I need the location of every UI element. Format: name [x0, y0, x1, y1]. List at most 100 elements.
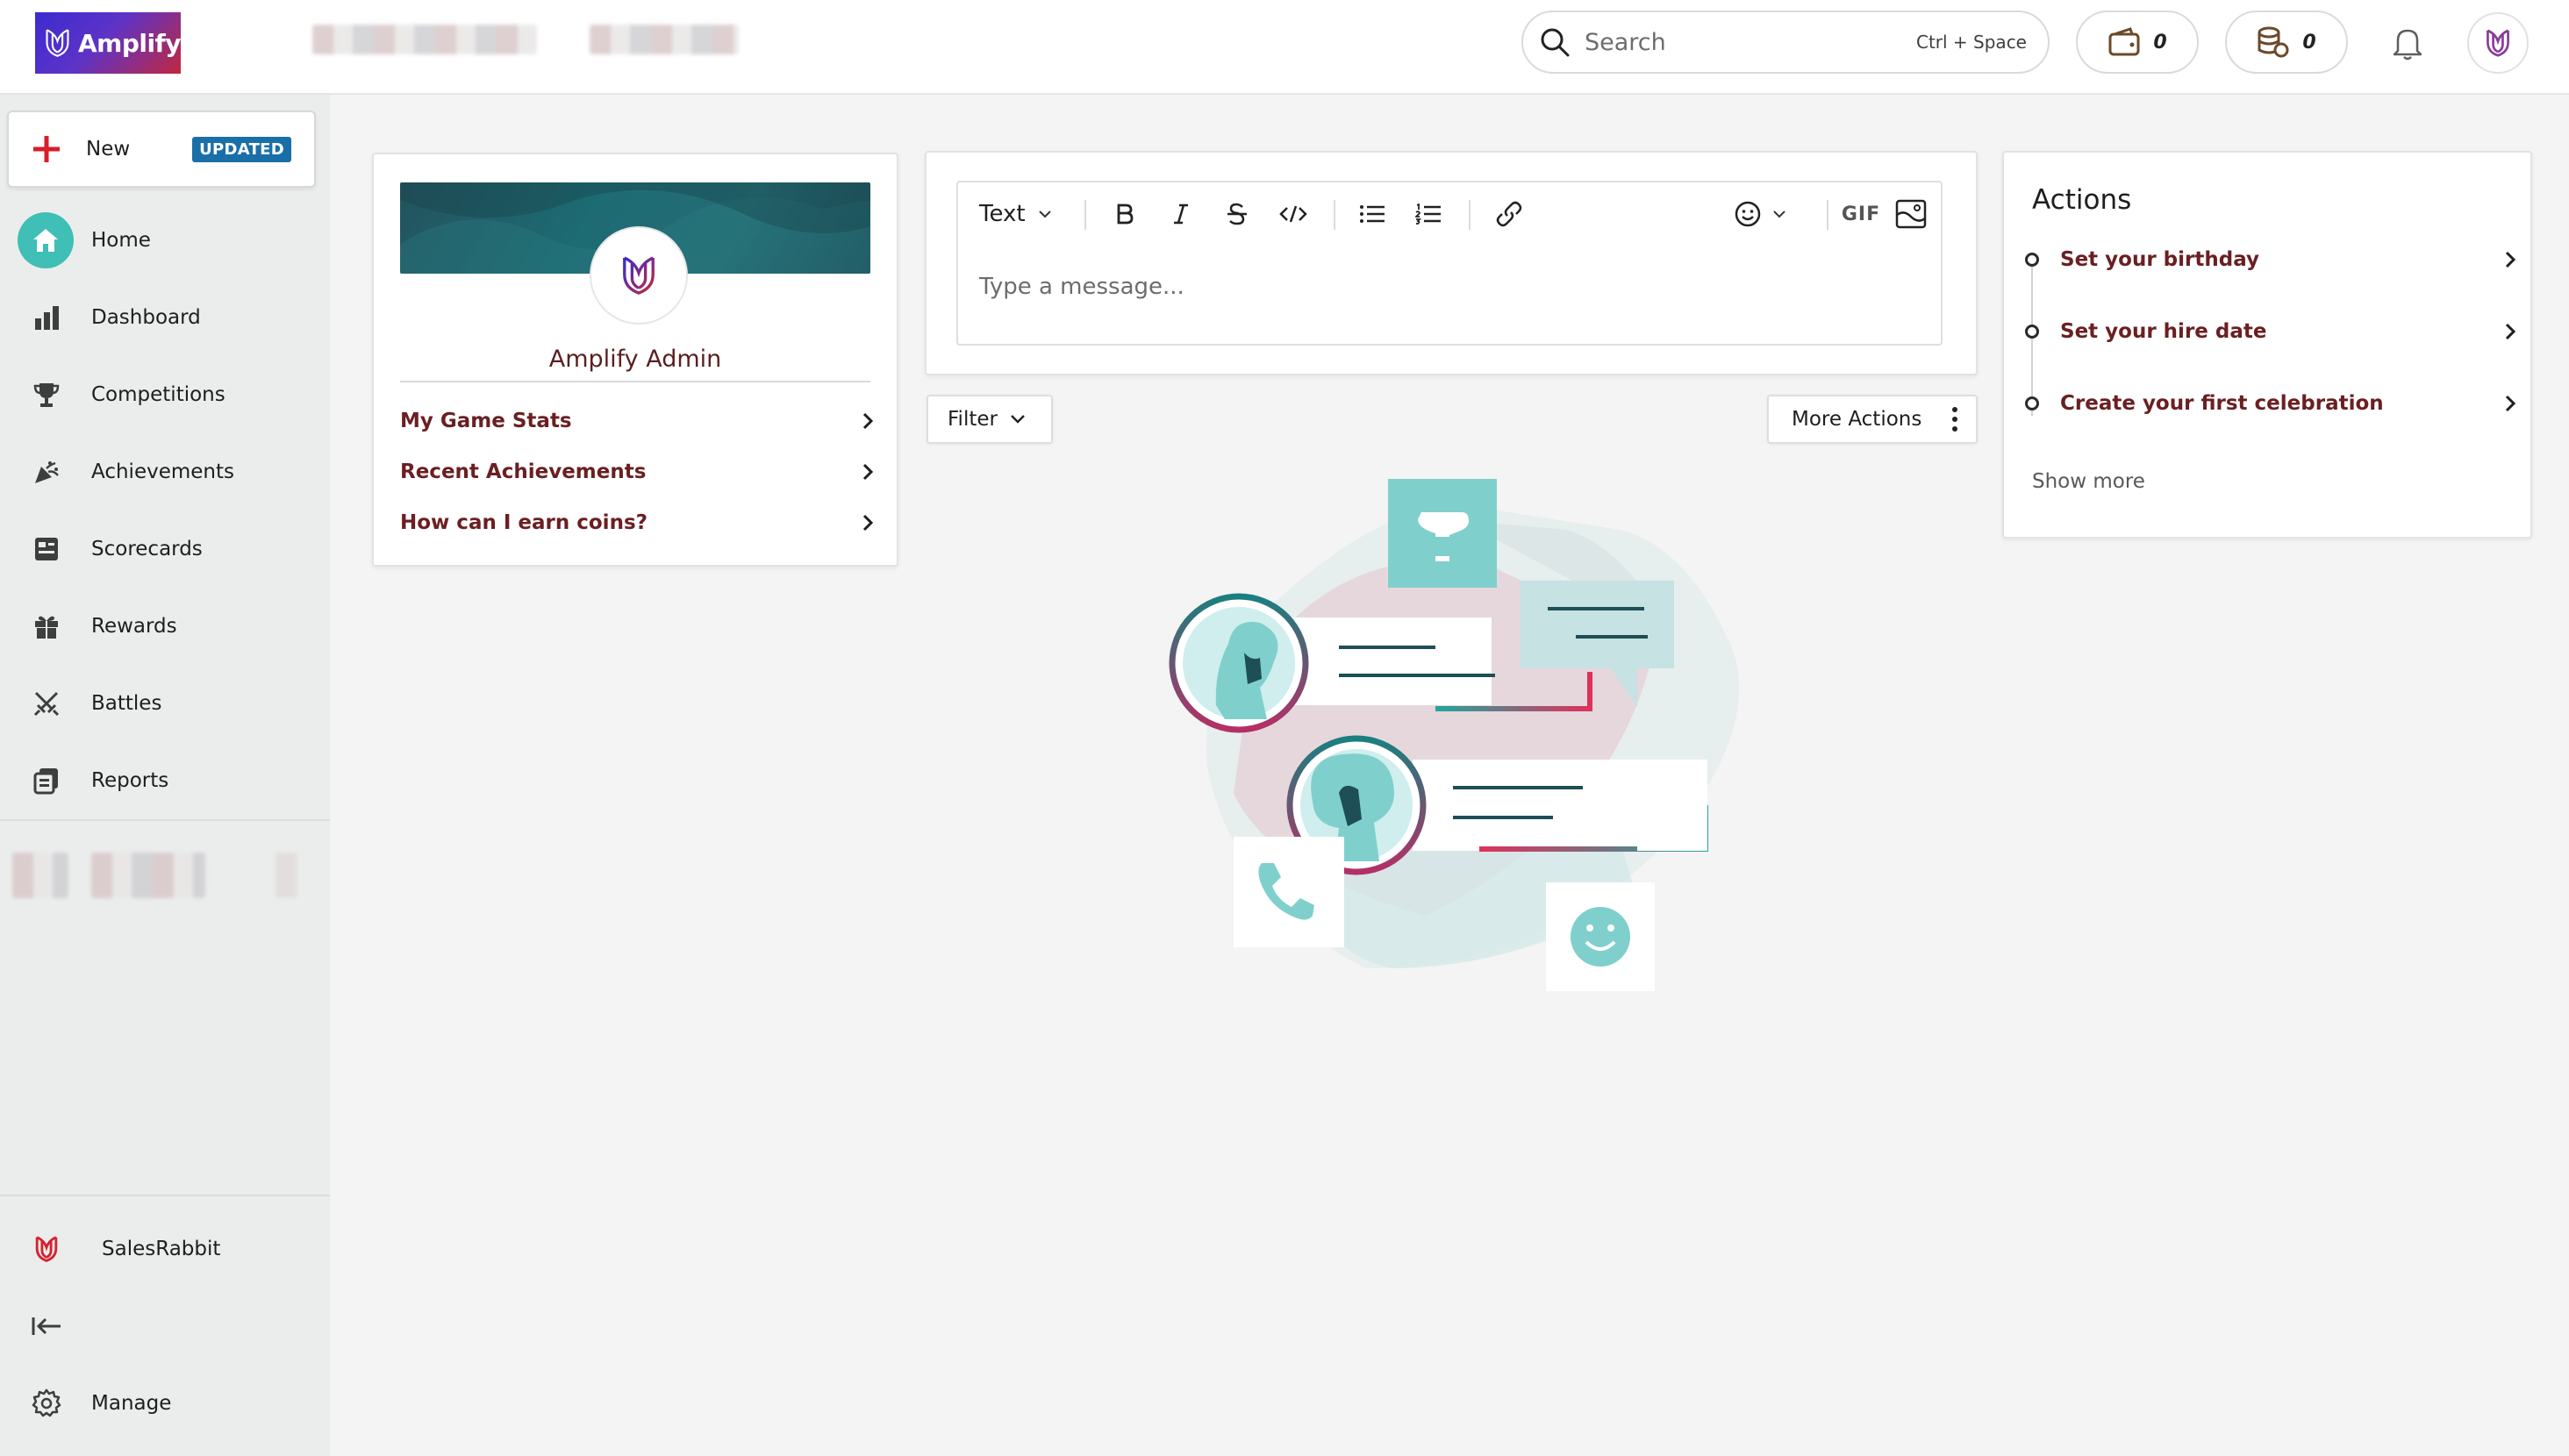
- more-actions-button[interactable]: More Actions: [1767, 395, 1978, 444]
- composer-box: Text GIF Type a message...: [956, 181, 1943, 346]
- earn-coins-link[interactable]: How can I earn coins?: [400, 505, 874, 540]
- action-set-birthday[interactable]: Set your birthday: [2025, 242, 2516, 277]
- link-button[interactable]: [1492, 198, 1527, 230]
- action-create-celebration[interactable]: Create your first celebration: [2025, 386, 2516, 421]
- search-input[interactable]: Search: [1585, 29, 1916, 56]
- code-icon: [1279, 205, 1307, 223]
- bar-chart-icon: [26, 297, 67, 338]
- collapse-sidebar-button[interactable]: [0, 1288, 330, 1365]
- image-icon: [1895, 199, 1927, 229]
- bold-button[interactable]: [1109, 198, 1141, 230]
- show-more-link[interactable]: Show more: [2032, 470, 2145, 493]
- sidebar-item-label: Battles: [91, 692, 162, 715]
- chevron-down-icon: [1011, 415, 1025, 424]
- bold-icon: [1117, 203, 1134, 225]
- avatar[interactable]: [2467, 12, 2529, 74]
- gift-icon: [26, 606, 67, 646]
- sidebar: New UPDATED Home Dashboard Competitions …: [0, 95, 330, 1456]
- bullet-list-icon: [1360, 205, 1385, 223]
- coins-button[interactable]: 0: [2225, 11, 2348, 74]
- gif-label: GIF: [1841, 203, 1881, 225]
- avatar-logo-icon: [2487, 29, 2509, 57]
- sidebar-item-achievements[interactable]: Achievements: [0, 433, 330, 510]
- sidebar-item-dashboard[interactable]: Dashboard: [0, 279, 330, 356]
- timeline-dot: [2025, 253, 2039, 267]
- toolbar-separator: [1469, 200, 1471, 230]
- profile-card: Amplify Admin My Game Stats Recent Achie…: [372, 153, 898, 567]
- text-format-label: Text: [979, 201, 1026, 227]
- org-switcher[interactable]: SalesRabbit: [0, 1210, 330, 1288]
- timeline-dot: [2025, 325, 2039, 339]
- sidebar-divider: [0, 819, 330, 821]
- image-button[interactable]: [1893, 198, 1929, 230]
- sidebar-item-label: Home: [91, 229, 151, 252]
- coins-icon: [2258, 26, 2289, 58]
- link-icon: [1496, 201, 1522, 227]
- sidebar-item-reports[interactable]: Reports: [0, 742, 330, 819]
- scorecard-icon: [26, 529, 67, 569]
- new-button[interactable]: New UPDATED: [7, 111, 316, 188]
- notifications-button[interactable]: [2377, 12, 2438, 74]
- action-label: Set your birthday: [2060, 248, 2260, 271]
- code-button[interactable]: [1276, 198, 1311, 230]
- top-bar: Amplify Search Ctrl + Space 0 0: [0, 0, 2569, 95]
- strikethrough-button[interactable]: [1221, 198, 1253, 230]
- filter-button[interactable]: Filter: [927, 395, 1053, 444]
- sidebar-item-label: Manage: [91, 1392, 172, 1415]
- sidebar-item-scorecards[interactable]: Scorecards: [0, 510, 330, 588]
- numbered-list-button[interactable]: [1411, 198, 1446, 230]
- wallet-icon: [2108, 27, 2140, 56]
- empty-feed-illustration: [1169, 479, 1739, 991]
- sidebar-item-home[interactable]: Home: [0, 202, 330, 279]
- bullet-list-button[interactable]: [1355, 198, 1390, 230]
- sidebar-item-label: Achievements: [91, 460, 234, 483]
- chevron-right-icon: [2505, 395, 2516, 412]
- search-icon: [1541, 28, 1570, 57]
- actions-card: Actions Set your birthday Set your hire …: [2002, 151, 2532, 539]
- my-game-stats-link[interactable]: My Game Stats: [400, 403, 874, 439]
- amplify-logo-icon: [623, 256, 655, 295]
- wallet-button[interactable]: 0: [2076, 11, 2199, 74]
- gear-icon: [26, 1383, 67, 1424]
- profile-avatar[interactable]: [590, 226, 688, 325]
- sidebar-item-label: Rewards: [91, 615, 177, 638]
- home-icon: [18, 212, 74, 268]
- profile-divider: [400, 381, 870, 382]
- updated-badge: UPDATED: [192, 136, 291, 162]
- kebab-menu-icon: [1952, 407, 1957, 432]
- action-label: Set your hire date: [2060, 320, 2267, 343]
- sidebar-item-competitions[interactable]: Competitions: [0, 356, 330, 433]
- toolbar-separator: [1084, 200, 1086, 230]
- sidebar-item-rewards[interactable]: Rewards: [0, 588, 330, 665]
- sidebar-item-label: Dashboard: [91, 306, 201, 329]
- profile-name: Amplify Admin: [548, 346, 722, 373]
- plus-icon: [33, 136, 60, 162]
- emoji-icon: [1735, 201, 1761, 227]
- swords-icon: [26, 683, 67, 724]
- recent-achievements-link[interactable]: Recent Achievements: [400, 454, 874, 489]
- emoji-button[interactable]: [1734, 198, 1807, 230]
- actions-title: Actions: [2032, 184, 2132, 216]
- sidebar-item-label: Competitions: [91, 383, 225, 406]
- app-name: Amplify: [77, 28, 182, 58]
- link-label: Recent Achievements: [400, 460, 647, 483]
- action-set-hire-date[interactable]: Set your hire date: [2025, 314, 2516, 349]
- sidebar-item-label: Reports: [91, 769, 169, 792]
- chevron-down-icon: [1038, 211, 1051, 218]
- gif-button[interactable]: GIF: [1836, 198, 1886, 230]
- message-input[interactable]: Type a message...: [979, 274, 1184, 300]
- amplify-logo[interactable]: Amplify: [35, 12, 182, 74]
- sidebar-item-battles[interactable]: Battles: [0, 665, 330, 742]
- chevron-down-icon: [1773, 211, 1785, 218]
- org-name: SalesRabbit: [102, 1238, 221, 1260]
- new-button-label: New: [86, 138, 131, 161]
- party-icon: [26, 452, 67, 492]
- composer-toolbar: Text GIF: [958, 182, 1941, 246]
- search-shortcut-hint: Ctrl + Space: [1915, 32, 2027, 53]
- text-format-dropdown[interactable]: Text: [979, 198, 1067, 230]
- search-box[interactable]: Search Ctrl + Space: [1521, 11, 2050, 74]
- message-composer: Text GIF Type a message...: [925, 151, 1978, 375]
- italic-button[interactable]: [1165, 198, 1197, 230]
- chevron-right-icon: [862, 463, 874, 481]
- sidebar-item-manage[interactable]: Manage: [0, 1365, 330, 1442]
